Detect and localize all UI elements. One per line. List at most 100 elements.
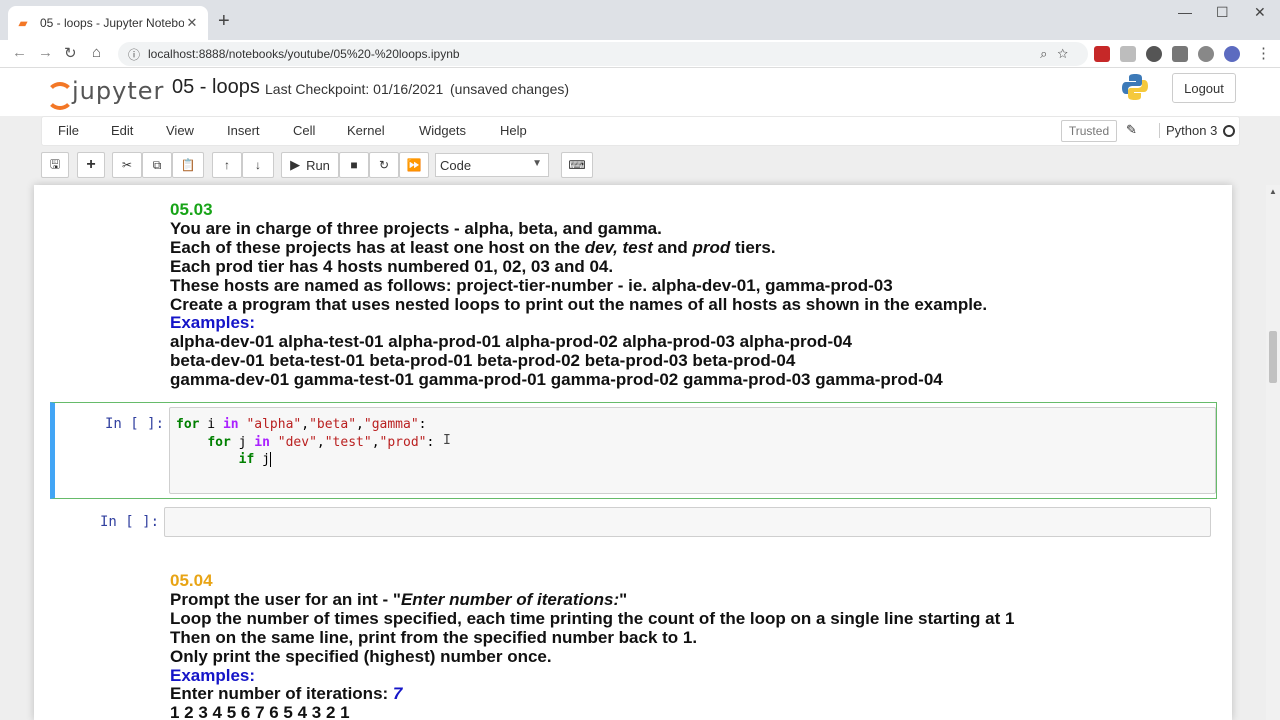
code-editor[interactable]: [164, 507, 1211, 537]
markdown-cell[interactable]: 05.03 You are in charge of three project…: [170, 200, 988, 390]
puzzle-icon[interactable]: [1172, 46, 1188, 62]
scroll-up-icon[interactable]: ▲: [1269, 187, 1277, 196]
restart-run-all-button[interactable]: ⏩: [399, 152, 429, 178]
text-line: Loop the number of times specified, each…: [170, 608, 1015, 628]
example-line: 1 2 3 4 5 6 7 6 5 4 3 2 1: [170, 703, 350, 720]
text-line: These hosts are named as follows: projec…: [170, 275, 893, 295]
input-prompt: In [ ]:: [100, 514, 160, 530]
browser-tab[interactable]: ▰ 05 - loops - Jupyter Notebook ✕: [8, 6, 208, 40]
menu-widgets[interactable]: Widgets: [419, 123, 466, 138]
keyboard-icon: ⌨: [568, 158, 586, 172]
logout-button[interactable]: Logout: [1172, 73, 1236, 103]
reload-icon[interactable]: ↻: [64, 44, 77, 62]
copy-button[interactable]: ⧉: [142, 152, 172, 178]
python-logo-icon: [1122, 74, 1148, 100]
cell-type-select[interactable]: Code ▼: [435, 153, 549, 177]
text-line: Then on the same line, print from the sp…: [170, 627, 698, 647]
restart-button[interactable]: ↻: [369, 152, 399, 178]
example-line: gamma-dev-01 gamma-test-01 gamma-prod-01…: [170, 370, 943, 390]
save-button[interactable]: 🖫: [41, 152, 69, 178]
site-info-icon[interactable]: ⓘ: [128, 46, 140, 63]
jupyter-logo[interactable]: jupyter: [44, 76, 165, 110]
menu-help[interactable]: Help: [500, 123, 527, 138]
code-editor[interactable]: for i in "alpha","beta","gamma": for j i…: [169, 407, 1216, 494]
interrupt-button[interactable]: ■: [339, 152, 369, 178]
paste-button[interactable]: 📋: [172, 152, 204, 178]
command-palette-button[interactable]: ⌨: [561, 152, 593, 178]
text-line: Each prod tier has 4 hosts numbered 01, …: [170, 256, 614, 276]
jupyter-favicon-icon: ▰: [18, 16, 28, 30]
copy-icon: ⧉: [152, 157, 162, 172]
plus-icon: +: [86, 156, 96, 173]
extension-icon[interactable]: [1198, 46, 1214, 62]
exercise-heading: 05.03: [170, 200, 213, 219]
zoom-bookmark-icons[interactable]: ⌕☆: [1040, 46, 1078, 62]
code-cell[interactable]: In [ ]:: [50, 505, 1217, 539]
markdown-cell[interactable]: 05.04 Prompt the user for an int - "Ente…: [170, 571, 1015, 720]
close-window-icon[interactable]: ✕: [1254, 4, 1266, 21]
tab-title: 05 - loops - Jupyter Notebook: [40, 16, 184, 30]
autosave-status: (unsaved changes): [450, 81, 570, 97]
save-icon: 🖫: [49, 156, 61, 171]
jupyter-header: jupyter 05 - loops Last Checkpoint: 01/1…: [0, 68, 1280, 116]
play-icon: ▶: [290, 157, 301, 172]
arrow-up-icon: ↑: [224, 158, 230, 172]
menu-view[interactable]: View: [166, 123, 194, 138]
text-line: Prompt the user for an int - "Enter numb…: [170, 589, 628, 609]
extension-icon[interactable]: [1146, 46, 1162, 62]
menu-file[interactable]: File: [58, 123, 79, 138]
move-down-button[interactable]: ↓: [242, 152, 274, 178]
url-text: localhost:8888/notebooks/youtube/05%20-%…: [148, 47, 460, 61]
menu-cell[interactable]: Cell: [293, 123, 315, 138]
kernel-name: Python 3: [1159, 123, 1217, 138]
text-line: Create a program that uses nested loops …: [170, 294, 988, 314]
scissors-icon: ✂: [121, 158, 133, 172]
menu-insert[interactable]: Insert: [227, 123, 260, 138]
code-cell-selected[interactable]: In [ ]: for i in "alpha","beta","gamma":…: [50, 402, 1217, 499]
minimize-icon[interactable]: —: [1178, 4, 1192, 20]
back-icon[interactable]: ←: [12, 44, 27, 61]
forward-icon[interactable]: →: [38, 44, 53, 61]
chevron-down-icon: ▼: [532, 158, 542, 169]
browser-tabbar: ▰ 05 - loops - Jupyter Notebook ✕ + — ☐ …: [0, 0, 1280, 40]
cell-type-value: Code: [440, 157, 472, 173]
insert-cell-button[interactable]: +: [77, 152, 105, 178]
examples-label: Examples:: [170, 665, 256, 685]
run-button[interactable]: ▶ Run: [281, 152, 339, 178]
example-line: alpha-dev-01 alpha-test-01 alpha-prod-01…: [170, 332, 853, 352]
example-line: Enter number of iterations: 7: [170, 684, 403, 704]
checkpoint-status: Last Checkpoint: 01/16/2021: [265, 81, 444, 97]
example-line: beta-dev-01 beta-test-01 beta-prod-01 be…: [170, 351, 796, 371]
text-line: You are in charge of three projects - al…: [170, 218, 662, 238]
mouse-ibeam-icon: I: [443, 433, 451, 448]
menu-edit[interactable]: Edit: [111, 123, 133, 138]
extension-icon[interactable]: [1094, 46, 1110, 62]
home-icon[interactable]: ⌂: [92, 44, 101, 61]
text-line: Only print the specified (highest) numbe…: [170, 646, 552, 666]
cut-button[interactable]: ✂: [112, 152, 142, 178]
trusted-indicator[interactable]: Trusted: [1061, 120, 1117, 142]
paste-icon: 📋: [180, 158, 196, 172]
menu-bar: File Edit View Insert Cell Kernel Widget…: [41, 116, 1240, 146]
input-prompt: In [ ]:: [105, 416, 165, 432]
kernel-status-icon: [1223, 125, 1235, 137]
examples-label: Examples:: [170, 313, 256, 333]
jupyter-logo-icon: [44, 76, 74, 110]
stop-icon: ■: [350, 158, 358, 172]
browser-menu-icon[interactable]: ⋮: [1256, 44, 1271, 62]
notebook-name[interactable]: 05 - loops: [172, 76, 260, 99]
page-scrollbar[interactable]: ▲: [1266, 185, 1280, 720]
jupyter-wordmark: jupyter: [72, 77, 165, 105]
move-up-button[interactable]: ↑: [212, 152, 242, 178]
avatar[interactable]: [1224, 46, 1240, 62]
extension-icon[interactable]: [1120, 46, 1136, 62]
menu-kernel[interactable]: Kernel: [347, 123, 385, 138]
maximize-icon[interactable]: ☐: [1216, 4, 1229, 21]
arrow-down-icon: ↓: [255, 158, 261, 172]
tab-close-icon[interactable]: ✕: [184, 15, 200, 31]
text-cursor: [269, 452, 271, 467]
scrollbar-thumb[interactable]: [1269, 331, 1277, 383]
new-tab-icon[interactable]: +: [218, 10, 230, 33]
restart-icon: ↻: [378, 158, 390, 172]
url-field[interactable]: ⓘ localhost:8888/notebooks/youtube/05%20…: [118, 42, 1088, 66]
